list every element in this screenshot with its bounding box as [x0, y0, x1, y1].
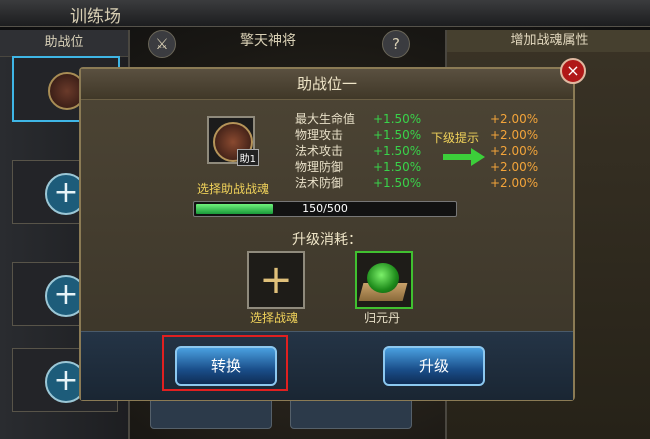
- progress-text: 150/500: [302, 202, 348, 215]
- upgrade-button[interactable]: 升级: [383, 346, 485, 386]
- left-panel-header: 助战位: [0, 30, 128, 57]
- stat-current: +1.50%: [373, 144, 422, 158]
- stat-row: 最大生命值 +1.50% +2.00%: [295, 111, 575, 127]
- next-level-hint: 下级提示: [431, 131, 480, 145]
- select-soul-slot[interactable]: +: [247, 251, 305, 309]
- green-pill-icon: [367, 263, 399, 293]
- guiyuan-pill-item[interactable]: [355, 251, 413, 309]
- stat-row: 物理防御 +1.50% +2.00%: [295, 159, 575, 175]
- help-icon[interactable]: ?: [382, 30, 410, 58]
- highlight-box: [162, 335, 288, 391]
- stat-next: +2.00%: [490, 176, 539, 190]
- upgrade-cost-label: 升级消耗：: [292, 232, 362, 248]
- guiyuan-pill-label: 归元丹: [363, 311, 400, 325]
- stat-name: 最大生命值: [295, 112, 356, 126]
- assist-soul-card[interactable]: 助1: [207, 116, 259, 166]
- right-panel-header: 增加战魂属性: [447, 30, 650, 52]
- stat-name: 物理防御: [295, 160, 344, 174]
- stat-row: 法术防御 +1.50% +2.00%: [295, 175, 575, 191]
- stat-next: +2.00%: [490, 112, 539, 126]
- top-bar: 训练场: [0, 0, 650, 27]
- stat-current: +1.50%: [373, 128, 422, 142]
- hero-name: 擎天神将: [240, 33, 296, 49]
- swords-icon[interactable]: ⚔: [148, 30, 176, 58]
- stat-name: 法术攻击: [295, 144, 344, 158]
- hero-header: ⚔ 擎天神将 ?: [140, 30, 420, 60]
- view-attributes-button[interactable]: [150, 397, 272, 429]
- stat-next: +2.00%: [490, 144, 539, 158]
- assist-slot-dialog: 助战位一 助1 选择助战战魂 最大生命值 +1.50% +2.00% 物理攻击 …: [79, 67, 575, 401]
- stat-next: +2.00%: [490, 160, 539, 174]
- exp-progress-bar: 150/500: [193, 201, 457, 217]
- select-soul-item-label: 选择战魂: [249, 311, 298, 325]
- stat-name: 物理攻击: [295, 128, 344, 142]
- close-icon[interactable]: ×: [560, 58, 586, 84]
- stat-name: 法术防御: [295, 176, 344, 190]
- dialog-title: 助战位一: [81, 69, 573, 100]
- plus-icon: +: [259, 257, 293, 303]
- dialog-footer: 转换 升级: [81, 331, 573, 400]
- stat-current: +1.50%: [373, 176, 422, 190]
- screen-title: 训练场: [70, 7, 121, 27]
- stat-current: +1.50%: [373, 112, 422, 126]
- assist-badge: 助1: [236, 149, 259, 166]
- arrow-right-icon: [443, 148, 485, 166]
- select-soul-label: 选择助战战魂: [196, 182, 269, 196]
- assist-upgrade-button[interactable]: [290, 397, 412, 429]
- stat-next: +2.00%: [490, 128, 539, 142]
- stat-current: +1.50%: [373, 160, 422, 174]
